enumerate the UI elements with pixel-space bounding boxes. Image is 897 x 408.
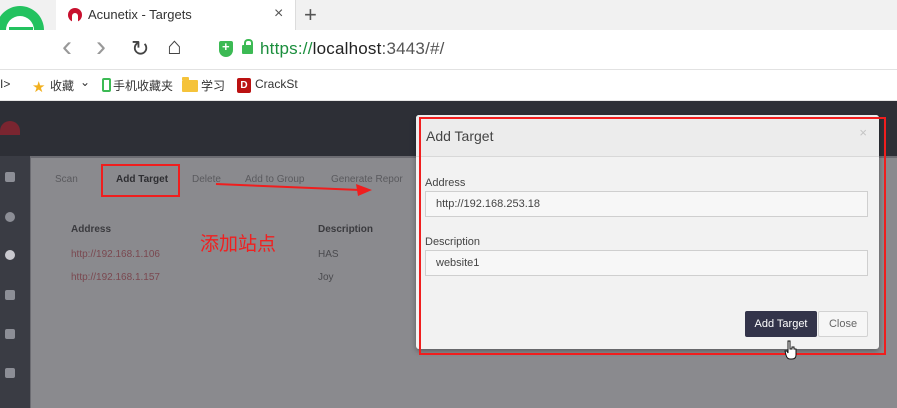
hand-cursor-icon [784, 340, 797, 360]
dialog-highlight [419, 117, 886, 355]
annotation-label: 添加站点 [200, 233, 277, 255]
